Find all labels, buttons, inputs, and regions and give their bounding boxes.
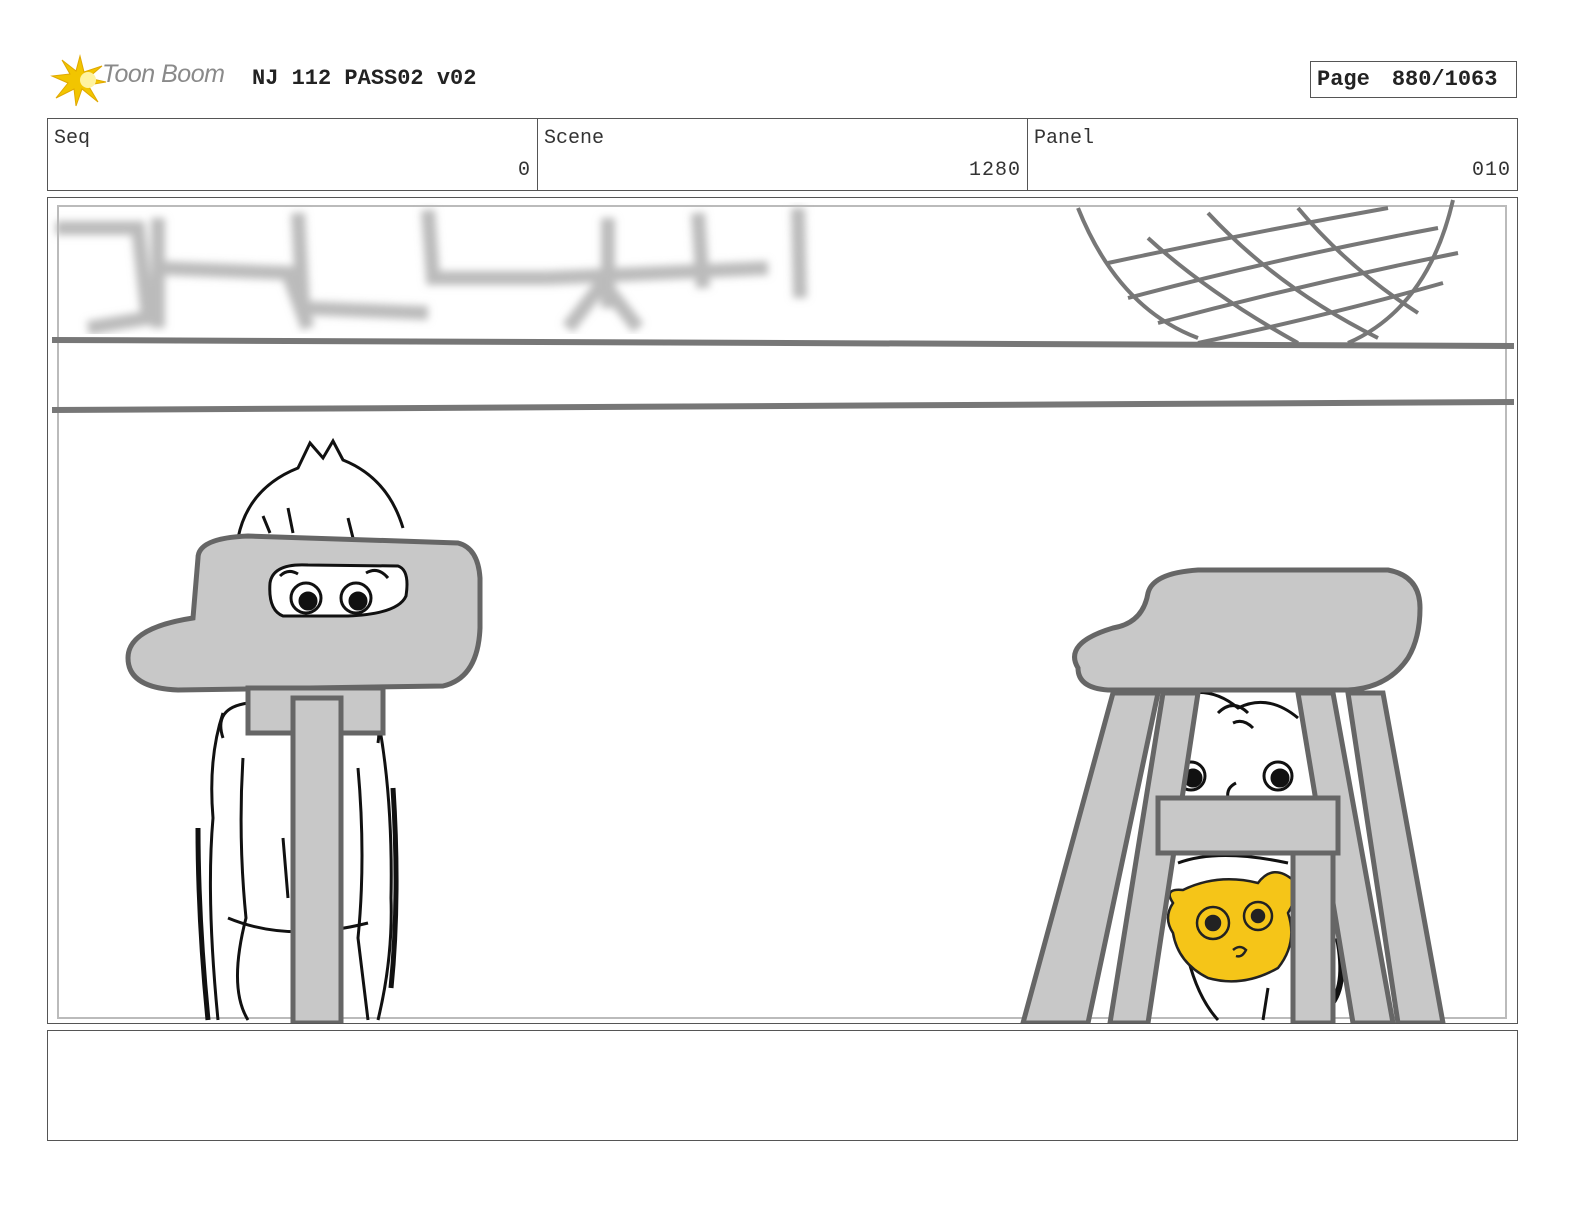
- panel-value: 010: [1471, 159, 1511, 182]
- panel-label: Panel: [1034, 127, 1095, 150]
- toon-boom-logo: Toon Boom: [50, 52, 240, 108]
- seq-value: 0: [517, 159, 531, 182]
- yellow-creature: [1166, 871, 1296, 983]
- shelf-line-bottom: [51, 399, 1515, 413]
- blurred-background: [56, 207, 807, 335]
- shot-info-row: Seq 0 Scene 1280 Panel 010: [47, 118, 1518, 191]
- page-number: 880/1063: [1391, 67, 1498, 92]
- seq-cell: Seq 0: [48, 119, 538, 190]
- left-eyes: [268, 563, 409, 618]
- panel-cell: Panel 010: [1028, 119, 1517, 190]
- page-indicator: Page 880/1063: [1310, 61, 1517, 98]
- scene-value: 1280: [968, 159, 1021, 182]
- logo-text: Toon Boom: [102, 60, 225, 88]
- star-burst-icon: [50, 54, 107, 107]
- page-label: Page: [1317, 67, 1370, 92]
- net-ball: [1076, 199, 1459, 345]
- storyboard-panel: [47, 197, 1518, 1024]
- scene-cell: Scene 1280: [538, 119, 1028, 190]
- seq-label: Seq: [54, 127, 91, 150]
- scene-label: Scene: [544, 127, 605, 150]
- document-title: NJ 112 PASS02 v02: [252, 66, 477, 91]
- notes-box[interactable]: [47, 1030, 1518, 1141]
- panel-drawing: [51, 199, 1515, 1023]
